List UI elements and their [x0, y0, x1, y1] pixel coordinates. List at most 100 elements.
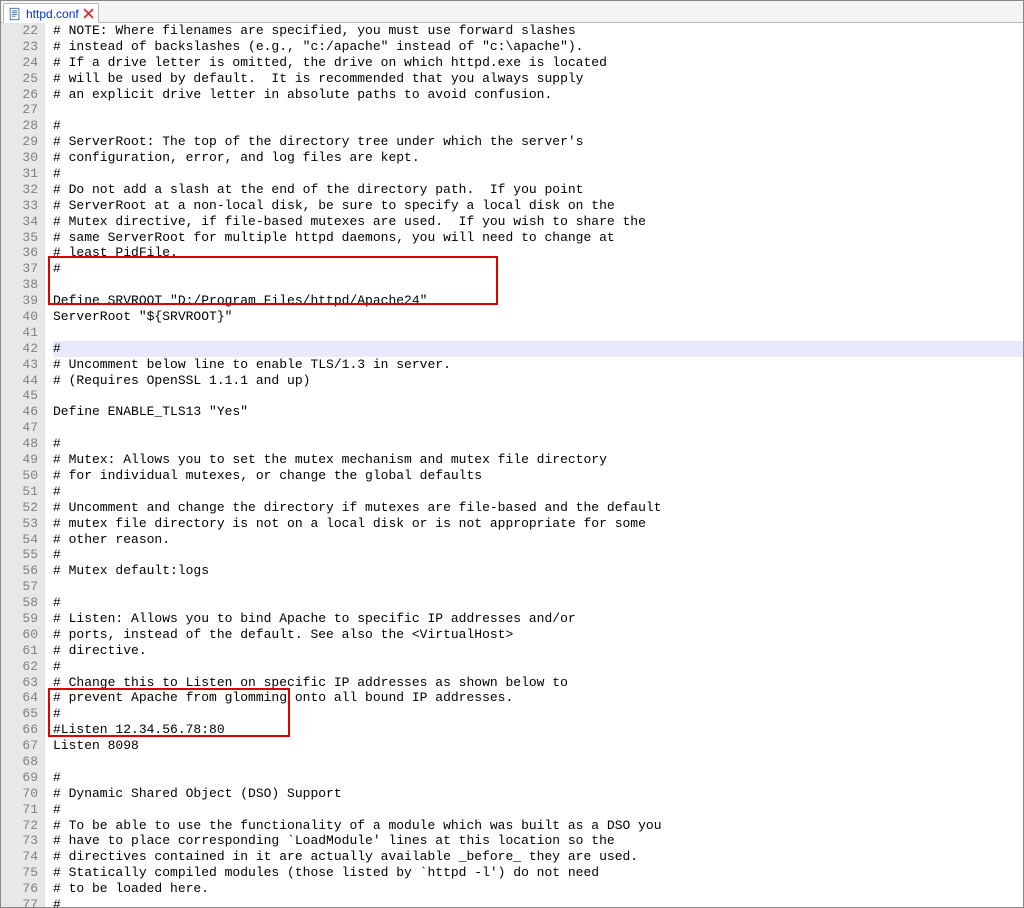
- line-number: 61: [1, 643, 38, 659]
- code-line[interactable]: # an explicit drive letter in absolute p…: [53, 87, 1023, 103]
- code-line[interactable]: # Mutex: Allows you to set the mutex mec…: [53, 452, 1023, 468]
- line-number: 60: [1, 627, 38, 643]
- line-number: 77: [1, 897, 38, 908]
- code-line[interactable]: # prevent Apache from glomming onto all …: [53, 690, 1023, 706]
- code-line[interactable]: # for individual mutexes, or change the …: [53, 468, 1023, 484]
- code-line[interactable]: # NOTE: Where filenames are specified, y…: [53, 23, 1023, 39]
- code-line[interactable]: #: [53, 118, 1023, 134]
- file-tab[interactable]: httpd.conf: [3, 3, 99, 23]
- line-number: 58: [1, 595, 38, 611]
- line-number: 57: [1, 579, 38, 595]
- code-line[interactable]: #: [53, 706, 1023, 722]
- line-number: 52: [1, 500, 38, 516]
- code-line[interactable]: [53, 277, 1023, 293]
- line-number: 65: [1, 706, 38, 722]
- code-line[interactable]: #: [53, 659, 1023, 675]
- code-line[interactable]: # Mutex default:logs: [53, 563, 1023, 579]
- code-line[interactable]: # configuration, error, and log files ar…: [53, 150, 1023, 166]
- code-line[interactable]: [53, 579, 1023, 595]
- line-number: 39: [1, 293, 38, 309]
- code-line[interactable]: Define SRVROOT "D:/Program Files/httpd/A…: [53, 293, 1023, 309]
- code-editor[interactable]: 2223242526272829303132333435363738394041…: [1, 23, 1023, 907]
- code-line[interactable]: # mutex file directory is not on a local…: [53, 516, 1023, 532]
- code-line[interactable]: # to be loaded here.: [53, 881, 1023, 897]
- code-line[interactable]: #: [53, 166, 1023, 182]
- line-number: 48: [1, 436, 38, 452]
- code-line[interactable]: # same ServerRoot for multiple httpd dae…: [53, 230, 1023, 246]
- code-line[interactable]: # Listen: Allows you to bind Apache to s…: [53, 611, 1023, 627]
- line-number-gutter: 2223242526272829303132333435363738394041…: [1, 23, 45, 907]
- code-line[interactable]: # other reason.: [53, 532, 1023, 548]
- code-line[interactable]: # Uncomment below line to enable TLS/1.3…: [53, 357, 1023, 373]
- line-number: 36: [1, 245, 38, 261]
- line-number: 62: [1, 659, 38, 675]
- code-line[interactable]: #: [53, 261, 1023, 277]
- line-number: 25: [1, 71, 38, 87]
- code-line[interactable]: [53, 754, 1023, 770]
- close-icon[interactable]: [83, 8, 94, 19]
- code-line[interactable]: #: [53, 484, 1023, 500]
- code-line[interactable]: # (Requires OpenSSL 1.1.1 and up): [53, 373, 1023, 389]
- line-number: 43: [1, 357, 38, 373]
- line-number: 70: [1, 786, 38, 802]
- line-number: 66: [1, 722, 38, 738]
- line-number: 50: [1, 468, 38, 484]
- code-line[interactable]: # Do not add a slash at the end of the d…: [53, 182, 1023, 198]
- code-line[interactable]: # directives contained in it are actuall…: [53, 849, 1023, 865]
- code-line[interactable]: # instead of backslashes (e.g., "c:/apac…: [53, 39, 1023, 55]
- line-number: 69: [1, 770, 38, 786]
- code-line[interactable]: # ports, instead of the default. See als…: [53, 627, 1023, 643]
- line-number: 63: [1, 675, 38, 691]
- file-icon: [8, 7, 22, 21]
- code-line[interactable]: ServerRoot "${SRVROOT}": [53, 309, 1023, 325]
- code-line[interactable]: # ServerRoot at a non-local disk, be sur…: [53, 198, 1023, 214]
- code-line[interactable]: [53, 325, 1023, 341]
- line-number: 72: [1, 818, 38, 834]
- line-number: 56: [1, 563, 38, 579]
- code-area[interactable]: # NOTE: Where filenames are specified, y…: [45, 23, 1023, 907]
- code-line[interactable]: #: [53, 436, 1023, 452]
- line-number: 23: [1, 39, 38, 55]
- code-line[interactable]: # have to place corresponding `LoadModul…: [53, 833, 1023, 849]
- line-number: 27: [1, 102, 38, 118]
- line-number: 29: [1, 134, 38, 150]
- code-line[interactable]: [53, 388, 1023, 404]
- code-line[interactable]: # To be able to use the functionality of…: [53, 818, 1023, 834]
- line-number: 51: [1, 484, 38, 500]
- code-line[interactable]: #: [53, 802, 1023, 818]
- code-line[interactable]: # Mutex directive, if file-based mutexes…: [53, 214, 1023, 230]
- code-line[interactable]: [53, 102, 1023, 118]
- code-line[interactable]: # least PidFile.: [53, 245, 1023, 261]
- code-line[interactable]: # If a drive letter is omitted, the driv…: [53, 55, 1023, 71]
- code-line[interactable]: # Statically compiled modules (those lis…: [53, 865, 1023, 881]
- code-line[interactable]: # directive.: [53, 643, 1023, 659]
- code-line[interactable]: # Uncomment and change the directory if …: [53, 500, 1023, 516]
- line-number: 64: [1, 690, 38, 706]
- line-number: 47: [1, 420, 38, 436]
- code-line[interactable]: #: [53, 595, 1023, 611]
- code-line[interactable]: #: [53, 341, 1023, 357]
- code-line[interactable]: [53, 420, 1023, 436]
- line-number: 73: [1, 833, 38, 849]
- code-line[interactable]: # ServerRoot: The top of the directory t…: [53, 134, 1023, 150]
- code-line[interactable]: Listen 8098: [53, 738, 1023, 754]
- code-line[interactable]: #Listen 12.34.56.78:80: [53, 722, 1023, 738]
- code-line[interactable]: # Change this to Listen on specific IP a…: [53, 675, 1023, 691]
- line-number: 22: [1, 23, 38, 39]
- code-line[interactable]: Define ENABLE_TLS13 "Yes": [53, 404, 1023, 420]
- line-number: 28: [1, 118, 38, 134]
- line-number: 45: [1, 388, 38, 404]
- line-number: 37: [1, 261, 38, 277]
- line-number: 53: [1, 516, 38, 532]
- line-number: 74: [1, 849, 38, 865]
- code-line[interactable]: # will be used by default. It is recomme…: [53, 71, 1023, 87]
- code-line[interactable]: #: [53, 770, 1023, 786]
- code-line[interactable]: #: [53, 897, 1023, 908]
- line-number: 55: [1, 547, 38, 563]
- line-number: 75: [1, 865, 38, 881]
- line-number: 34: [1, 214, 38, 230]
- line-number: 49: [1, 452, 38, 468]
- code-line[interactable]: # Dynamic Shared Object (DSO) Support: [53, 786, 1023, 802]
- line-number: 38: [1, 277, 38, 293]
- code-line[interactable]: #: [53, 547, 1023, 563]
